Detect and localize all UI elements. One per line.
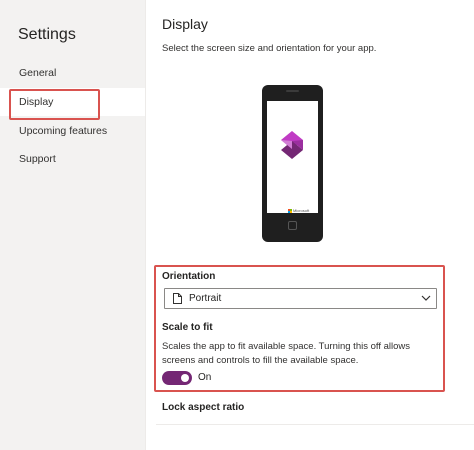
power-apps-logo-icon — [281, 131, 303, 159]
sidebar-item-support[interactable]: Support — [0, 145, 145, 173]
phone-preview — [262, 85, 323, 242]
microsoft-squares-icon — [288, 208, 292, 213]
display-highlight-box — [9, 89, 100, 120]
sidebar-item-upcoming-features[interactable]: Upcoming features — [0, 117, 145, 145]
page-subtitle: Select the screen size and orientation f… — [162, 43, 377, 54]
scale-to-fit-state: On — [198, 372, 212, 383]
scale-to-fit-description: Scales the app to fit available space. T… — [162, 341, 411, 366]
display-settings-panel: Display Select the screen size and orien… — [146, 0, 474, 450]
page-title: Display — [162, 16, 208, 32]
orientation-label: Orientation — [162, 271, 216, 282]
sidebar-title: Settings — [18, 26, 76, 43]
chevron-down-icon — [421, 295, 431, 301]
sidebar-item-general[interactable]: General — [0, 59, 145, 87]
scale-to-fit-toggle[interactable] — [162, 371, 192, 385]
microsoft-brand-text: Microsoft — [293, 208, 310, 213]
orientation-value: Portrait — [189, 293, 222, 304]
scale-to-fit-label: Scale to fit — [162, 322, 213, 333]
phone-speaker — [286, 90, 299, 92]
document-icon — [173, 293, 182, 304]
phone-screen — [267, 101, 318, 213]
settings-sidebar: Settings General Display Upcoming featur… — [0, 0, 145, 450]
section-divider — [156, 424, 474, 425]
phone-home-button — [288, 221, 297, 230]
orientation-dropdown[interactable]: Portrait — [164, 288, 437, 309]
toggle-knob — [181, 374, 189, 382]
lock-aspect-ratio-label: Lock aspect ratio — [162, 402, 245, 413]
microsoft-logo: Microsoft — [288, 208, 309, 213]
